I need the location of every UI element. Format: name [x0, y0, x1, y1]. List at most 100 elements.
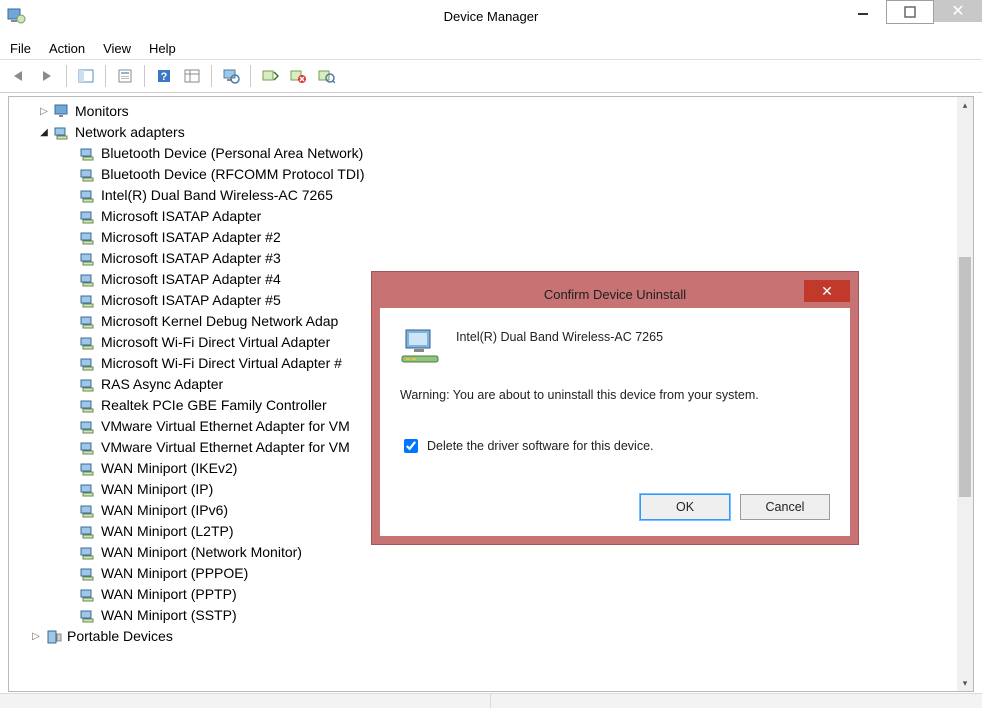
- scroll-thumb[interactable]: [959, 257, 971, 497]
- status-cell: [491, 694, 982, 708]
- titlebar: Device Manager ✕: [0, 0, 982, 33]
- tree-node-network-adapter-item[interactable]: WAN Miniport (PPPOE): [63, 563, 957, 584]
- cancel-button[interactable]: Cancel: [740, 494, 830, 520]
- tree-label: Bluetooth Device (RFCOMM Protocol TDI): [101, 164, 364, 185]
- tree-label: Bluetooth Device (Personal Area Network): [101, 143, 363, 164]
- maximize-button[interactable]: [886, 0, 934, 24]
- menu-view[interactable]: View: [103, 41, 131, 56]
- tree-node-network-adapter-item[interactable]: WAN Miniport (SSTP): [63, 605, 957, 626]
- delete-driver-checkbox[interactable]: [404, 439, 418, 453]
- tree-label: Microsoft ISATAP Adapter #2: [101, 227, 281, 248]
- tree-node-network-adapters[interactable]: ◢ Network adapters: [37, 122, 957, 143]
- menu-file[interactable]: File: [10, 41, 31, 56]
- dialog-titlebar[interactable]: Confirm Device Uninstall ✕: [380, 280, 850, 308]
- ok-button[interactable]: OK: [640, 494, 730, 520]
- tree-node-network-adapter-item[interactable]: Bluetooth Device (Personal Area Network): [63, 143, 957, 164]
- tree-spacer: [63, 483, 77, 497]
- network-adapter-icon: [79, 502, 97, 520]
- tree-label: VMware Virtual Ethernet Adapter for VM: [101, 437, 350, 458]
- tree-spacer: [63, 504, 77, 518]
- scroll-down-button[interactable]: ▾: [957, 675, 973, 691]
- tree-node-network-adapter-item[interactable]: Microsoft ISATAP Adapter: [63, 206, 957, 227]
- status-bar: [0, 693, 982, 708]
- tree-spacer: [63, 609, 77, 623]
- network-adapter-icon: [79, 481, 97, 499]
- tree-label: Microsoft Wi-Fi Direct Virtual Adapter: [101, 332, 330, 353]
- network-adapter-icon: [79, 565, 97, 583]
- back-button[interactable]: [6, 63, 32, 89]
- network-adapter-icon: [79, 586, 97, 604]
- network-adapter-icon: [79, 334, 97, 352]
- tree-label: Microsoft Wi-Fi Direct Virtual Adapter #: [101, 353, 342, 374]
- network-adapter-icon: [79, 607, 97, 625]
- help-button[interactable]: ?: [151, 63, 177, 89]
- svg-text:?: ?: [161, 71, 168, 83]
- tree-spacer: [63, 567, 77, 581]
- tree-label: RAS Async Adapter: [101, 374, 223, 395]
- network-adapter-icon: [79, 544, 97, 562]
- dialog-body: Intel(R) Dual Band Wireless-AC 7265 Warn…: [380, 308, 850, 536]
- scroll-up-button[interactable]: ▴: [957, 97, 973, 113]
- tree-spacer: [63, 210, 77, 224]
- view-devices-button[interactable]: [179, 63, 205, 89]
- tree-label: WAN Miniport (Network Monitor): [101, 542, 302, 563]
- tree-spacer: [63, 441, 77, 455]
- toolbar: ?: [0, 60, 982, 93]
- dialog-close-button[interactable]: ✕: [804, 280, 850, 302]
- tree-node-network-adapter-item[interactable]: WAN Miniport (Network Monitor): [63, 542, 957, 563]
- toolbar-separator: [66, 65, 67, 87]
- tree-spacer: [63, 147, 77, 161]
- confirm-uninstall-dialog: Confirm Device Uninstall ✕ Intel(R) Dual…: [372, 272, 858, 544]
- network-adapter-icon: [79, 208, 97, 226]
- menu-help[interactable]: Help: [149, 41, 176, 56]
- tree-spacer: [63, 315, 77, 329]
- dialog-warning-text: Warning: You are about to uninstall this…: [400, 388, 830, 402]
- network-adapter-icon: [79, 418, 97, 436]
- network-adapter-icon: [79, 439, 97, 457]
- dialog-button-row: OK Cancel: [400, 494, 830, 520]
- tree-label: Network adapters: [75, 122, 185, 143]
- tree-spacer: [63, 525, 77, 539]
- tree-label: Microsoft Kernel Debug Network Adap: [101, 311, 338, 332]
- toolbar-separator: [144, 65, 145, 87]
- monitor-icon: [53, 103, 71, 121]
- vertical-scrollbar[interactable]: ▴ ▾: [957, 97, 973, 691]
- uninstall-button[interactable]: [285, 63, 311, 89]
- collapse-icon[interactable]: ◢: [37, 126, 51, 140]
- expand-icon[interactable]: ▷: [29, 630, 43, 644]
- tree-node-network-adapter-item[interactable]: Microsoft ISATAP Adapter #3: [63, 248, 957, 269]
- network-adapter-icon: [79, 355, 97, 373]
- device-manager-window: Device Manager ✕ File Action View Help ?: [0, 0, 982, 708]
- update-driver-button[interactable]: [257, 63, 283, 89]
- network-adapter-icon: [79, 271, 97, 289]
- tree-spacer: [63, 399, 77, 413]
- tree-node-network-adapter-item[interactable]: Intel(R) Dual Band Wireless-AC 7265: [63, 185, 957, 206]
- dialog-device-name: Intel(R) Dual Band Wireless-AC 7265: [456, 326, 663, 344]
- minimize-button[interactable]: [840, 0, 886, 22]
- tree-node-network-adapter-item[interactable]: Microsoft ISATAP Adapter #2: [63, 227, 957, 248]
- tree-label: Microsoft ISATAP Adapter #3: [101, 248, 281, 269]
- show-hide-console-tree-button[interactable]: [73, 63, 99, 89]
- tree-label: WAN Miniport (IP): [101, 479, 213, 500]
- tree-node-network-adapter-item[interactable]: WAN Miniport (PPTP): [63, 584, 957, 605]
- toolbar-separator: [105, 65, 106, 87]
- forward-button[interactable]: [34, 63, 60, 89]
- dialog-title: Confirm Device Uninstall: [380, 287, 850, 302]
- toolbar-separator: [211, 65, 212, 87]
- delete-driver-checkbox-row[interactable]: Delete the driver software for this devi…: [400, 436, 830, 456]
- expand-icon[interactable]: ▷: [37, 105, 51, 119]
- menu-action[interactable]: Action: [49, 41, 85, 56]
- scan-computer-button[interactable]: [218, 63, 244, 89]
- properties-button[interactable]: [112, 63, 138, 89]
- close-button[interactable]: ✕: [934, 0, 982, 22]
- tree-node-monitors[interactable]: ▷ Monitors: [37, 101, 957, 122]
- tree-node-network-adapter-item[interactable]: Bluetooth Device (RFCOMM Protocol TDI): [63, 164, 957, 185]
- tree-node-portable-devices[interactable]: ▷ Portable Devices: [29, 626, 957, 647]
- tree-label: WAN Miniport (IKEv2): [101, 458, 237, 479]
- window-title: Device Manager: [0, 9, 982, 24]
- network-adapter-icon: [79, 250, 97, 268]
- scan-hardware-button[interactable]: [313, 63, 339, 89]
- tree-spacer: [63, 546, 77, 560]
- tree-spacer: [63, 273, 77, 287]
- checkbox-label: Delete the driver software for this devi…: [427, 439, 654, 453]
